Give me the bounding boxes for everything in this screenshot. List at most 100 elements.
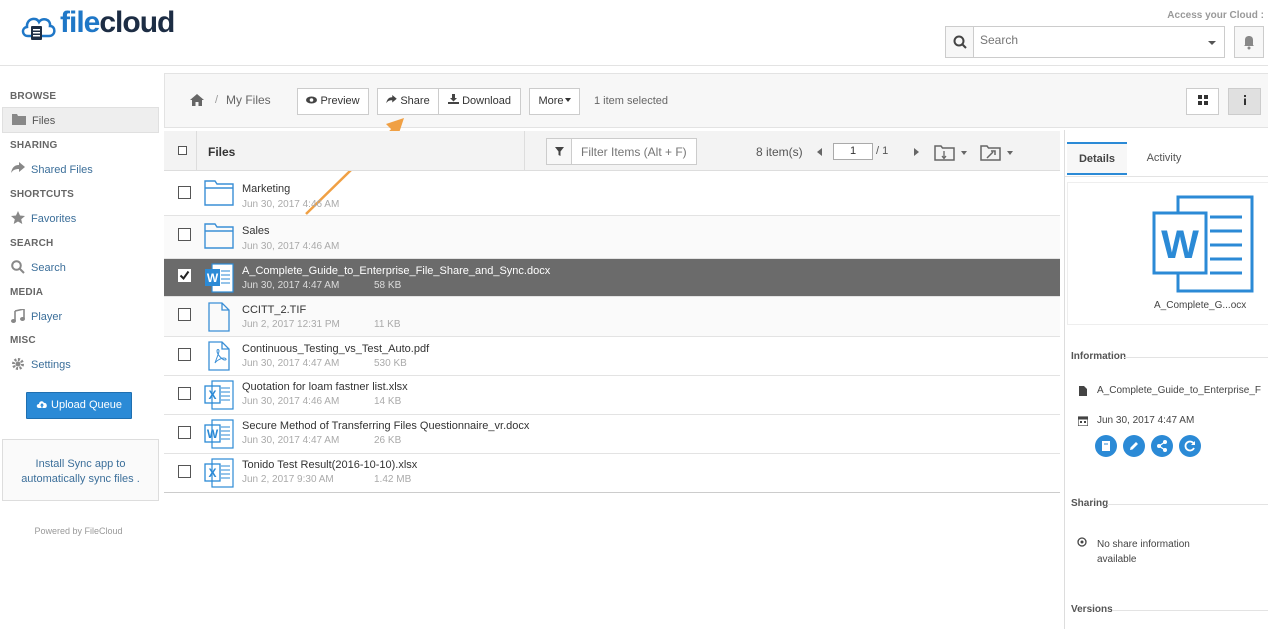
sidebar-item-settings[interactable]: Settings <box>2 352 159 378</box>
table-row[interactable]: W Secure Method of Transferring Files Qu… <box>164 415 1060 454</box>
table-row[interactable]: X Quotation for loam fastner list.xlsx J… <box>164 376 1060 415</box>
word-document-icon: W <box>205 263 234 293</box>
table-row[interactable]: X Tonido Test Result(2016-10-10).xlsx Ju… <box>164 454 1060 493</box>
refresh-button[interactable] <box>1179 435 1201 457</box>
chevron-down-icon[interactable] <box>1208 41 1216 45</box>
folder-icon <box>204 223 234 249</box>
download-button[interactable]: Download <box>438 88 521 115</box>
table-row[interactable]: CCITT_2.TIF Jun 2, 2017 12:31 PM 11 KB <box>164 297 1060 337</box>
file-date: Jun 2, 2017 9:30 AM <box>242 474 334 485</box>
download-label: Download <box>462 95 511 107</box>
versions-heading: Versions <box>1071 604 1113 615</box>
table-row[interactable]: Continuous_Testing_vs_Test_Auto.pdf Jun … <box>164 337 1060 376</box>
next-page-icon[interactable] <box>914 148 919 156</box>
sidebar-item-label: Search <box>31 262 66 274</box>
share-file-button[interactable] <box>1151 435 1173 457</box>
item-count: 8 item(s) <box>756 145 803 159</box>
file-name[interactable]: Continuous_Testing_vs_Test_Auto.pdf <box>242 343 429 355</box>
search-input[interactable] <box>980 33 1190 47</box>
row-checkbox[interactable] <box>178 228 191 241</box>
word-document-icon: W <box>1152 195 1254 293</box>
music-note-icon <box>11 309 25 323</box>
notifications-button[interactable] <box>1234 26 1264 58</box>
sidebar-item-label: Files <box>32 115 56 127</box>
grid-view-button[interactable] <box>1186 88 1219 115</box>
row-checkbox-checked[interactable] <box>178 269 191 282</box>
file-name[interactable]: Marketing <box>242 183 290 195</box>
prev-page-icon[interactable] <box>817 148 822 156</box>
row-checkbox[interactable] <box>178 387 191 400</box>
svg-text:W: W <box>1161 223 1199 267</box>
file-name[interactable]: Tonido Test Result(2016-10-10).xlsx <box>242 459 417 471</box>
filter-box[interactable] <box>546 138 697 165</box>
bell-icon <box>1244 36 1254 50</box>
divider <box>1113 610 1268 611</box>
install-sync-panel[interactable]: Install Sync app to automatically sync f… <box>2 439 159 501</box>
powered-by: Powered by FileCloud <box>34 526 123 536</box>
excel-icon: X <box>204 458 234 488</box>
no-share-line1: No share information <box>1097 539 1190 550</box>
file-name[interactable]: Sales <box>242 225 270 237</box>
magnifier-icon <box>11 260 25 274</box>
edit-file-button[interactable] <box>1123 435 1145 457</box>
row-checkbox[interactable] <box>178 465 191 478</box>
grid-icon <box>1197 95 1208 105</box>
page-input[interactable]: 1 <box>833 143 873 160</box>
open-file-button[interactable] <box>1095 435 1117 457</box>
section-sharing: SHARING <box>10 140 58 151</box>
search-icon[interactable] <box>946 27 974 57</box>
filter-icon[interactable] <box>547 139 572 164</box>
section-shortcuts: SHORTCUTS <box>10 189 75 200</box>
sidebar-item-player[interactable]: Player <box>2 304 159 330</box>
row-checkbox[interactable] <box>178 308 191 321</box>
file-name[interactable]: Secure Method of Transferring Files Ques… <box>242 420 529 432</box>
file-date: Jun 30, 2017 4:47 AM <box>242 358 340 369</box>
tab-details[interactable]: Details <box>1067 142 1127 175</box>
table-row[interactable]: Sales Jun 30, 2017 4:46 AM <box>164 216 1060 259</box>
sidebar-item-label: Player <box>31 311 63 323</box>
file-name[interactable]: CCITT_2.TIF <box>242 304 306 316</box>
global-search[interactable] <box>945 26 1225 58</box>
breadcrumb[interactable]: My Files <box>226 93 271 107</box>
select-all-checkbox[interactable] <box>178 146 187 155</box>
sidebar-item-label: Shared Files <box>31 164 93 176</box>
sidebar: BROWSE Files SHARING Shared Files SHORTC… <box>0 74 164 629</box>
info-panel-button[interactable] <box>1228 88 1261 115</box>
table-row-selected[interactable]: W A_Complete_Guide_to_Enterprise_File_Sh… <box>164 259 1060 297</box>
sidebar-item-favorites[interactable]: Favorites <box>2 206 159 232</box>
table-row[interactable]: Marketing Jun 30, 2017 4:46 AM <box>164 172 1060 216</box>
folder-tools-icon[interactable] <box>980 143 1014 161</box>
tab-activity[interactable]: Activity <box>1129 142 1199 175</box>
file-date: Jun 30, 2017 4:46 AM <box>242 396 340 407</box>
sidebar-item-label: Settings <box>31 359 71 371</box>
row-checkbox[interactable] <box>178 186 191 199</box>
file-name[interactable]: Quotation for loam fastner list.xlsx <box>242 381 408 393</box>
gear-icon <box>12 358 24 370</box>
row-checkbox[interactable] <box>178 426 191 439</box>
filter-input[interactable] <box>581 145 693 159</box>
checkmark-icon <box>179 270 190 281</box>
svg-text:X: X <box>208 388 216 402</box>
star-icon <box>11 211 25 224</box>
divider <box>1107 504 1268 505</box>
sort-folder-icon[interactable] <box>934 143 968 161</box>
row-checkbox[interactable] <box>178 348 191 361</box>
upload-queue-button[interactable]: Upload Queue <box>26 392 132 419</box>
excel-icon: X <box>204 380 234 410</box>
home-icon[interactable] <box>190 94 204 106</box>
sidebar-item-shared-files[interactable]: Shared Files <box>2 157 159 183</box>
file-size: 11 KB <box>374 319 401 330</box>
header-divider <box>524 131 525 171</box>
preview-label: Preview <box>320 95 360 107</box>
sidebar-item-search[interactable]: Search <box>2 255 159 281</box>
filecloud-logo-icon <box>21 17 56 40</box>
more-dropdown[interactable]: More <box>529 88 580 115</box>
sidebar-item-files[interactable]: Files <box>2 107 159 133</box>
document-icon <box>1079 386 1087 396</box>
section-media: MEDIA <box>10 287 44 298</box>
svg-text:X: X <box>208 466 216 480</box>
cloud-upload-icon <box>36 401 47 408</box>
file-name[interactable]: A_Complete_Guide_to_Enterprise_File_Shar… <box>242 265 550 277</box>
section-search: SEARCH <box>10 238 54 249</box>
app-logo[interactable]: filecloud <box>60 6 175 40</box>
